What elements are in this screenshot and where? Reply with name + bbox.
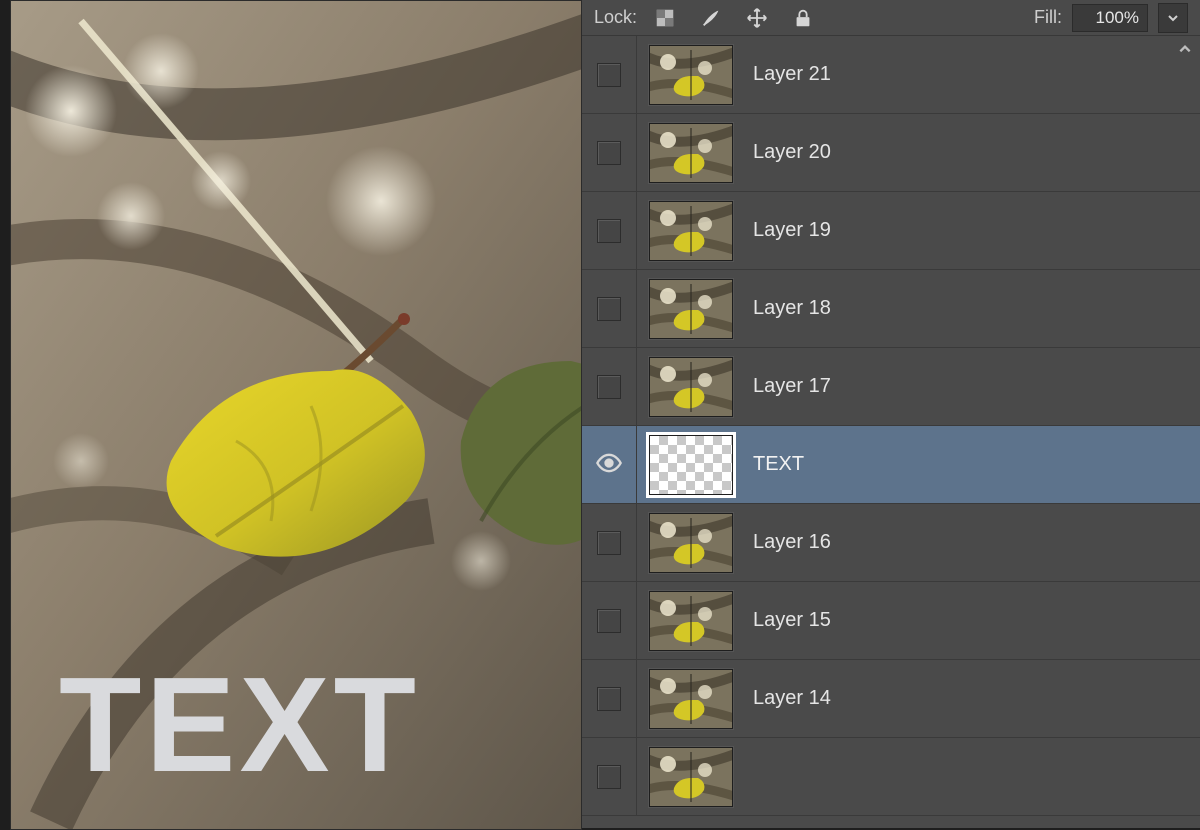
layer-visibility-toggle[interactable] xyxy=(582,738,637,815)
layer-name[interactable]: TEXT xyxy=(745,453,804,476)
layer-thumbnail[interactable] xyxy=(649,747,733,807)
layer-thumbnail[interactable] xyxy=(649,435,733,495)
layer-row[interactable]: Layer 15 xyxy=(582,582,1200,660)
lock-transparency-icon[interactable] xyxy=(653,6,677,30)
layer-visibility-toggle[interactable] xyxy=(582,348,637,425)
brush-icon[interactable] xyxy=(699,6,723,30)
layer-visibility-toggle[interactable] xyxy=(582,114,637,191)
layer-visibility-toggle[interactable] xyxy=(582,660,637,737)
visibility-checkbox xyxy=(597,531,621,555)
layer-visibility-toggle[interactable] xyxy=(582,504,637,581)
canvas-image: TEXT xyxy=(11,1,581,829)
layer-thumbnail[interactable] xyxy=(649,45,733,105)
layer-thumbnail[interactable] xyxy=(649,669,733,729)
eye-icon xyxy=(595,449,623,480)
fill-dropdown-button[interactable] xyxy=(1158,3,1188,33)
layer-visibility-toggle[interactable] xyxy=(582,36,637,113)
layer-row[interactable]: Layer 20 xyxy=(582,114,1200,192)
layer-thumbnail[interactable] xyxy=(649,357,733,417)
visibility-checkbox xyxy=(597,609,621,633)
layer-visibility-toggle[interactable] xyxy=(582,270,637,347)
layer-row[interactable]: TEXT xyxy=(582,426,1200,504)
lock-icon[interactable] xyxy=(791,6,815,30)
layer-row[interactable] xyxy=(582,738,1200,816)
layer-thumbnail[interactable] xyxy=(649,513,733,573)
layer-thumbnail[interactable] xyxy=(649,123,733,183)
layer-row[interactable]: Layer 16 xyxy=(582,504,1200,582)
layer-name[interactable]: Layer 19 xyxy=(745,219,831,242)
visibility-checkbox xyxy=(597,297,621,321)
layer-name[interactable]: Layer 15 xyxy=(745,609,831,632)
layer-thumbnail[interactable] xyxy=(649,201,733,261)
fill-label: Fill: xyxy=(1034,7,1062,28)
layer-name[interactable]: Layer 14 xyxy=(745,687,831,710)
canvas-text-overlay: TEXT xyxy=(59,649,420,800)
layer-visibility-toggle[interactable] xyxy=(582,426,637,503)
visibility-checkbox xyxy=(597,375,621,399)
fill-value-input[interactable]: 100% xyxy=(1072,4,1148,32)
layer-name[interactable]: Layer 16 xyxy=(745,531,831,554)
layers-panel-lock-bar: Lock: Fill: 100% xyxy=(582,0,1200,36)
layer-thumbnail[interactable] xyxy=(649,279,733,339)
scroll-up-arrow[interactable] xyxy=(1174,38,1196,60)
layer-row[interactable]: Layer 17 xyxy=(582,348,1200,426)
layer-row[interactable]: Layer 18 xyxy=(582,270,1200,348)
layers-list: Layer 21 Layer 20 Layer 19 Layer 18 Layer 17… xyxy=(582,36,1200,826)
layer-row[interactable]: Layer 19 xyxy=(582,192,1200,270)
layer-visibility-toggle[interactable] xyxy=(582,192,637,269)
layers-panel: Lock: Fill: 100% xyxy=(581,0,1200,828)
visibility-checkbox xyxy=(597,219,621,243)
layer-name[interactable]: Layer 17 xyxy=(745,375,831,398)
layer-row[interactable]: Layer 14 xyxy=(582,660,1200,738)
visibility-checkbox xyxy=(597,141,621,165)
layer-name[interactable]: Layer 20 xyxy=(745,141,831,164)
layer-visibility-toggle[interactable] xyxy=(582,582,637,659)
document-canvas[interactable]: TEXT xyxy=(10,0,582,830)
visibility-checkbox xyxy=(597,63,621,87)
layer-row[interactable]: Layer 21 xyxy=(582,36,1200,114)
visibility-checkbox xyxy=(597,765,621,789)
visibility-checkbox xyxy=(597,687,621,711)
layer-name[interactable]: Layer 18 xyxy=(745,297,831,320)
layer-thumbnail[interactable] xyxy=(649,591,733,651)
lock-label: Lock: xyxy=(594,7,637,28)
move-icon[interactable] xyxy=(745,6,769,30)
layer-name[interactable]: Layer 21 xyxy=(745,63,831,86)
